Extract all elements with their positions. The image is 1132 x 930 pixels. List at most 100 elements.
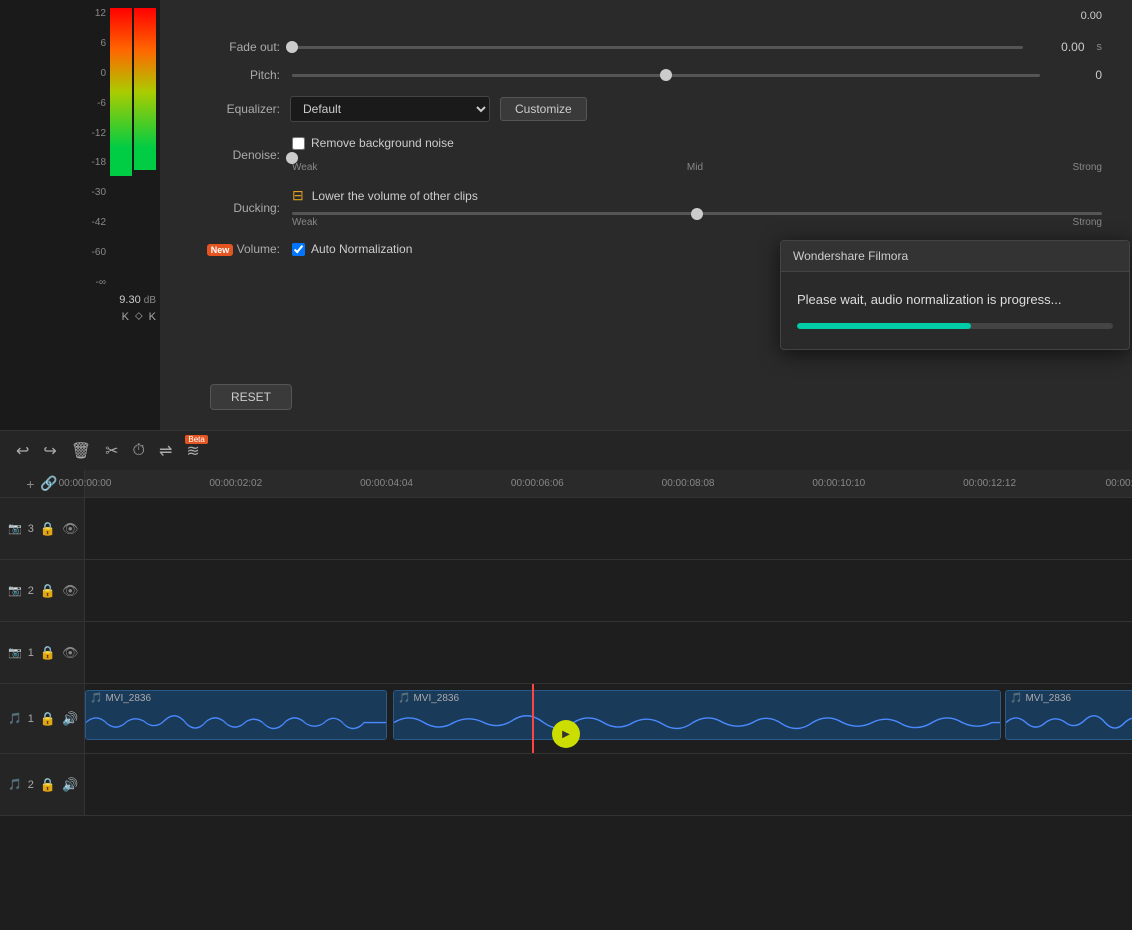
volume-icon-a1[interactable]: 🔊 — [62, 711, 78, 727]
tracks-area: 📷 3 🔒 👁 📷 2 🔒 👁 📷 1 🔒 👁 — [0, 498, 1132, 930]
auto-normalization-checkbox[interactable] — [292, 243, 305, 256]
ducking-track[interactable] — [292, 212, 1102, 215]
customize-button[interactable]: Customize — [500, 97, 587, 121]
music-note-2: 🎵 — [398, 693, 410, 704]
waveform-icon[interactable]: ≋ Beta — [186, 441, 199, 461]
fade-out-slider[interactable] — [292, 46, 1023, 49]
magnet-icon[interactable]: 🔗 — [40, 475, 57, 492]
track-v1-controls: 📷 1 🔒 👁 — [0, 622, 85, 683]
lock-icon-v1[interactable]: 🔒 — [40, 645, 56, 661]
remove-bg-noise-checkbox[interactable] — [292, 137, 305, 150]
track-a1: 🎵 1 🔒 🔊 🎵 MVI_2836 — [0, 684, 1132, 754]
ruler-marks: 00:00:00:00 00:00:02:02 00:00:04:04 00:0… — [85, 470, 1132, 497]
ruler-mark-1: 00:00:02:02 — [209, 478, 262, 489]
audio-clip-3[interactable]: 🎵 MVI_2836 — [1005, 690, 1132, 740]
audio-clip-2[interactable]: 🎵 MVI_2836 — [393, 690, 1001, 740]
track-a2-controls: 🎵 2 🔒 🔊 — [0, 754, 85, 815]
clip-2-name: MVI_2836 — [413, 693, 459, 704]
eye-icon-v1[interactable]: 👁 — [62, 645, 79, 661]
auto-normalization-label[interactable]: Auto Normalization — [292, 242, 412, 256]
scissors-icon[interactable]: ✂ — [105, 441, 118, 461]
pitch-slider[interactable] — [292, 74, 1040, 77]
vu-bar-right — [134, 8, 156, 288]
camera-icon-v2: 📷 — [8, 584, 22, 597]
fade-out-thumb[interactable] — [286, 41, 298, 53]
audio-normalization-dialog[interactable]: Wondershare Filmora Please wait, audio n… — [780, 240, 1130, 350]
lock-icon-a2[interactable]: 🔒 — [40, 777, 56, 793]
track-a2-content — [85, 754, 1132, 815]
denoise-marks: Weak Mid Strong — [292, 162, 1102, 173]
ducking-row: Ducking: ⊟ Lower the volume of other cli… — [190, 187, 1102, 228]
vu-bars — [110, 8, 156, 288]
beta-badge: Beta — [185, 435, 207, 444]
pitch-row: Pitch: 0 — [190, 68, 1102, 82]
eye-icon-v3[interactable]: 👁 — [62, 521, 79, 537]
pitch-label: Pitch: — [190, 68, 280, 82]
volume-label: New Volume: — [190, 242, 280, 256]
lock-icon-v3[interactable]: 🔒 — [40, 521, 56, 537]
lock-icon-v2[interactable]: 🔒 — [40, 583, 56, 599]
delete-icon[interactable]: 🗑 — [71, 441, 91, 461]
track-v3: 📷 3 🔒 👁 — [0, 498, 1132, 560]
progress-bar-fill — [797, 323, 971, 329]
denoise-label: Denoise: — [190, 148, 280, 162]
audio-clip-1[interactable]: 🎵 MVI_2836 — [85, 690, 387, 740]
clip-1-wave — [86, 706, 386, 739]
vu-labels: 12 6 0 -6 -12 -18 -30 -42 -60 -∞ — [92, 8, 110, 288]
vu-controls: K ⬦ K — [122, 310, 156, 323]
remove-bg-noise-label[interactable]: Remove background noise — [292, 136, 1102, 150]
ruler-mark-6: 00:00:12:12 — [963, 478, 1016, 489]
eye-icon-v2[interactable]: 👁 — [62, 583, 79, 599]
undo-icon[interactable]: ↩ — [16, 441, 29, 461]
ruler-mark-2: 00:00:04:04 — [360, 478, 413, 489]
music-icon-a2: 🎵 — [8, 778, 22, 791]
fade-out-track[interactable] — [292, 46, 1023, 49]
denoise-thumb[interactable] — [286, 152, 298, 164]
track-a1-content: 🎵 MVI_2836 🎵 MVI_2836 — [85, 684, 1132, 753]
add-track-icon[interactable]: + — [26, 476, 34, 492]
ducking-label: Ducking: — [190, 201, 280, 215]
ruler-mark-3: 00:00:06:06 — [511, 478, 564, 489]
camera-icon-v3: 📷 — [8, 522, 22, 535]
equalizer-label: Equalizer: — [190, 102, 280, 116]
music-note-1: 🎵 — [90, 693, 102, 704]
track-v2-content — [85, 560, 1132, 621]
pitch-thumb[interactable] — [660, 69, 672, 81]
music-note-3: 🎵 — [1010, 693, 1022, 704]
vu-keyframe-next[interactable]: K — [149, 310, 156, 323]
equalizer-select[interactable]: Default — [290, 96, 490, 122]
vu-keyframe-prev[interactable]: K — [122, 310, 129, 323]
adjust-icon[interactable]: ⇌ — [159, 441, 172, 461]
ruler-mark-7: 00:00:14:14 — [1106, 478, 1132, 489]
timeline-ruler: + 🔗 00:00:00:00 00:00:02:02 00:00:04:04 … — [0, 470, 1132, 498]
ducking-text: Lower the volume of other clips — [312, 189, 478, 203]
new-badge: New — [207, 244, 234, 256]
ruler-mark-5: 00:00:10:10 — [812, 478, 865, 489]
audio-settings-panel: 12 6 0 -6 -12 -18 -30 -42 -60 -∞ — [0, 0, 1132, 430]
clip-2-wave — [394, 706, 1000, 739]
track-v1-content — [85, 622, 1132, 683]
fade-out-value: 0.00 — [1035, 40, 1085, 54]
dialog-message: Please wait, audio normalization is prog… — [797, 292, 1113, 307]
vu-meter: 12 6 0 -6 -12 -18 -30 -42 -60 -∞ — [0, 0, 160, 430]
track-v3-content — [85, 498, 1132, 559]
camera-icon-v1: 📷 — [8, 646, 22, 659]
lock-icon-a1[interactable]: 🔒 — [40, 711, 56, 727]
pitch-track[interactable] — [292, 74, 1040, 77]
ruler-mark-4: 00:00:08:08 — [662, 478, 715, 489]
clock-icon[interactable]: ⏱ — [133, 442, 145, 460]
progress-bar-background — [797, 323, 1113, 329]
redo-icon[interactable]: ↪ — [43, 441, 56, 461]
track-v2: 📷 2 🔒 👁 — [0, 560, 1132, 622]
cursor-dot: ▶ — [552, 720, 580, 748]
vu-keyframe-add[interactable]: ⬦ — [135, 310, 143, 323]
reset-button[interactable]: RESET — [210, 384, 292, 410]
volume-icon-a2[interactable]: 🔊 — [62, 777, 78, 793]
dialog-title: Wondershare Filmora — [793, 249, 908, 263]
track-a1-controls: 🎵 1 🔒 🔊 — [0, 684, 85, 753]
ducking-option: ⊟ Lower the volume of other clips — [292, 187, 1102, 204]
settings-panel: 0.00 Fade out: 0.00 s Pitch: 0 — [160, 0, 1132, 430]
ducking-icon: ⊟ — [292, 187, 304, 204]
ducking-thumb[interactable] — [691, 208, 703, 220]
denoise-row: Denoise: Remove background noise Weak Mi… — [190, 136, 1102, 173]
